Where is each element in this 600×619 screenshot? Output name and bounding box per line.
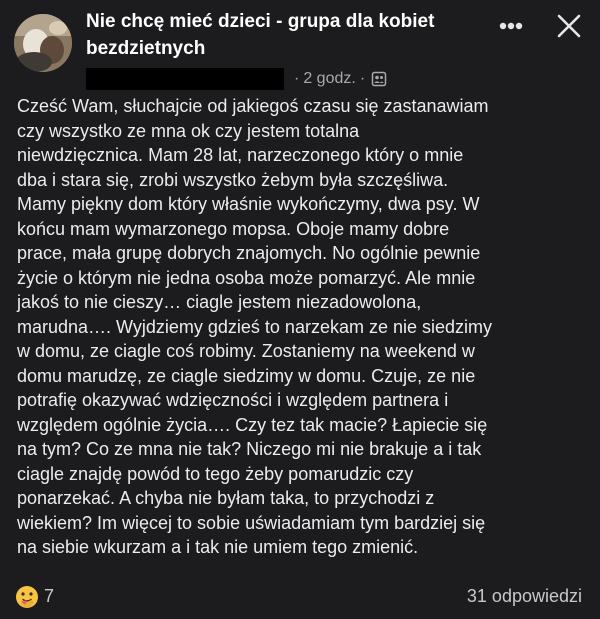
post-line: Mamy piękny dom który właśnie wykończymy… [17,194,480,214]
more-options-button[interactable] [494,13,528,39]
post-line: czy wszystko ze mna ok czy jestem totaln… [17,120,360,141]
post-line: wiekiem? Im więcej to sobie uświadamiam … [17,512,486,533]
post-line: na siebie wkurzam a i tak nie umiem tego… [17,537,419,557]
post-line: dba i stara się, zrobi wszystko żebym by… [17,169,449,190]
post-line: Cześć Wam, słuchajcie od jakiegoś czasu … [17,96,489,116]
post-footer: 7 31 odpowiedzi [0,582,600,612]
post-line: ciagle znajdę powód to tego żeby pomarud… [17,463,414,484]
close-button[interactable] [552,9,586,43]
post-header: Nie chcę mieć dzieci - grupa dla kobiet … [0,0,600,96]
post-line: prace, mała grupę dobrych znajomych. No … [17,243,481,263]
post-line: ponarzekać. A chyba nie byłam taka, to p… [17,488,435,508]
post-meta: · 2 godz. · [86,66,387,92]
post-line: względem ogólnie życia…. Czy tez tak mac… [17,414,488,435]
meta-separator: · [359,70,366,87]
post-line: w domu, ze ciagle coś robimy. Zostaniemy… [17,341,475,361]
group-members-icon [371,71,387,87]
post-time[interactable]: 2 godz. [303,70,355,88]
group-avatar-image [14,14,72,72]
care-reaction-icon[interactable] [14,584,40,610]
post-line: końcu mam wymarzonego mopsa. Oboje mamy … [17,218,450,239]
reaction-count[interactable]: 7 [44,586,54,607]
group-avatar[interactable] [14,14,72,72]
post-line: niewdzięcznica. Mam 28 lat, narzeczonego… [17,145,464,165]
close-icon [557,14,581,38]
post-line: domu marudzę, ze ciagle siedzimy w domu.… [17,365,476,386]
post-line: jakoś to nie cieszy… ciagle jestem nieza… [17,292,422,312]
meta-separator: · [294,70,300,87]
more-horizontal-icon [499,22,523,30]
post-line: potrafię okazywać wdzięczności i względe… [17,390,449,410]
post-body: Cześć Wam, słuchajcie od jakiegoś czasu … [17,94,592,560]
replies-link[interactable]: 31 odpowiedzi [467,586,582,607]
post-line: marudna…. Wyjdziemy gdzieś to narzekam z… [17,316,493,337]
redacted-author-name [86,68,284,90]
group-title[interactable]: Nie chcę mieć dzieci - grupa dla kobiet … [86,8,486,62]
post-line: życie o którym nie jedna osoba może poma… [17,267,476,288]
post-line: na tym? Co ze mna nie tak? Niczego mi ni… [17,439,482,459]
